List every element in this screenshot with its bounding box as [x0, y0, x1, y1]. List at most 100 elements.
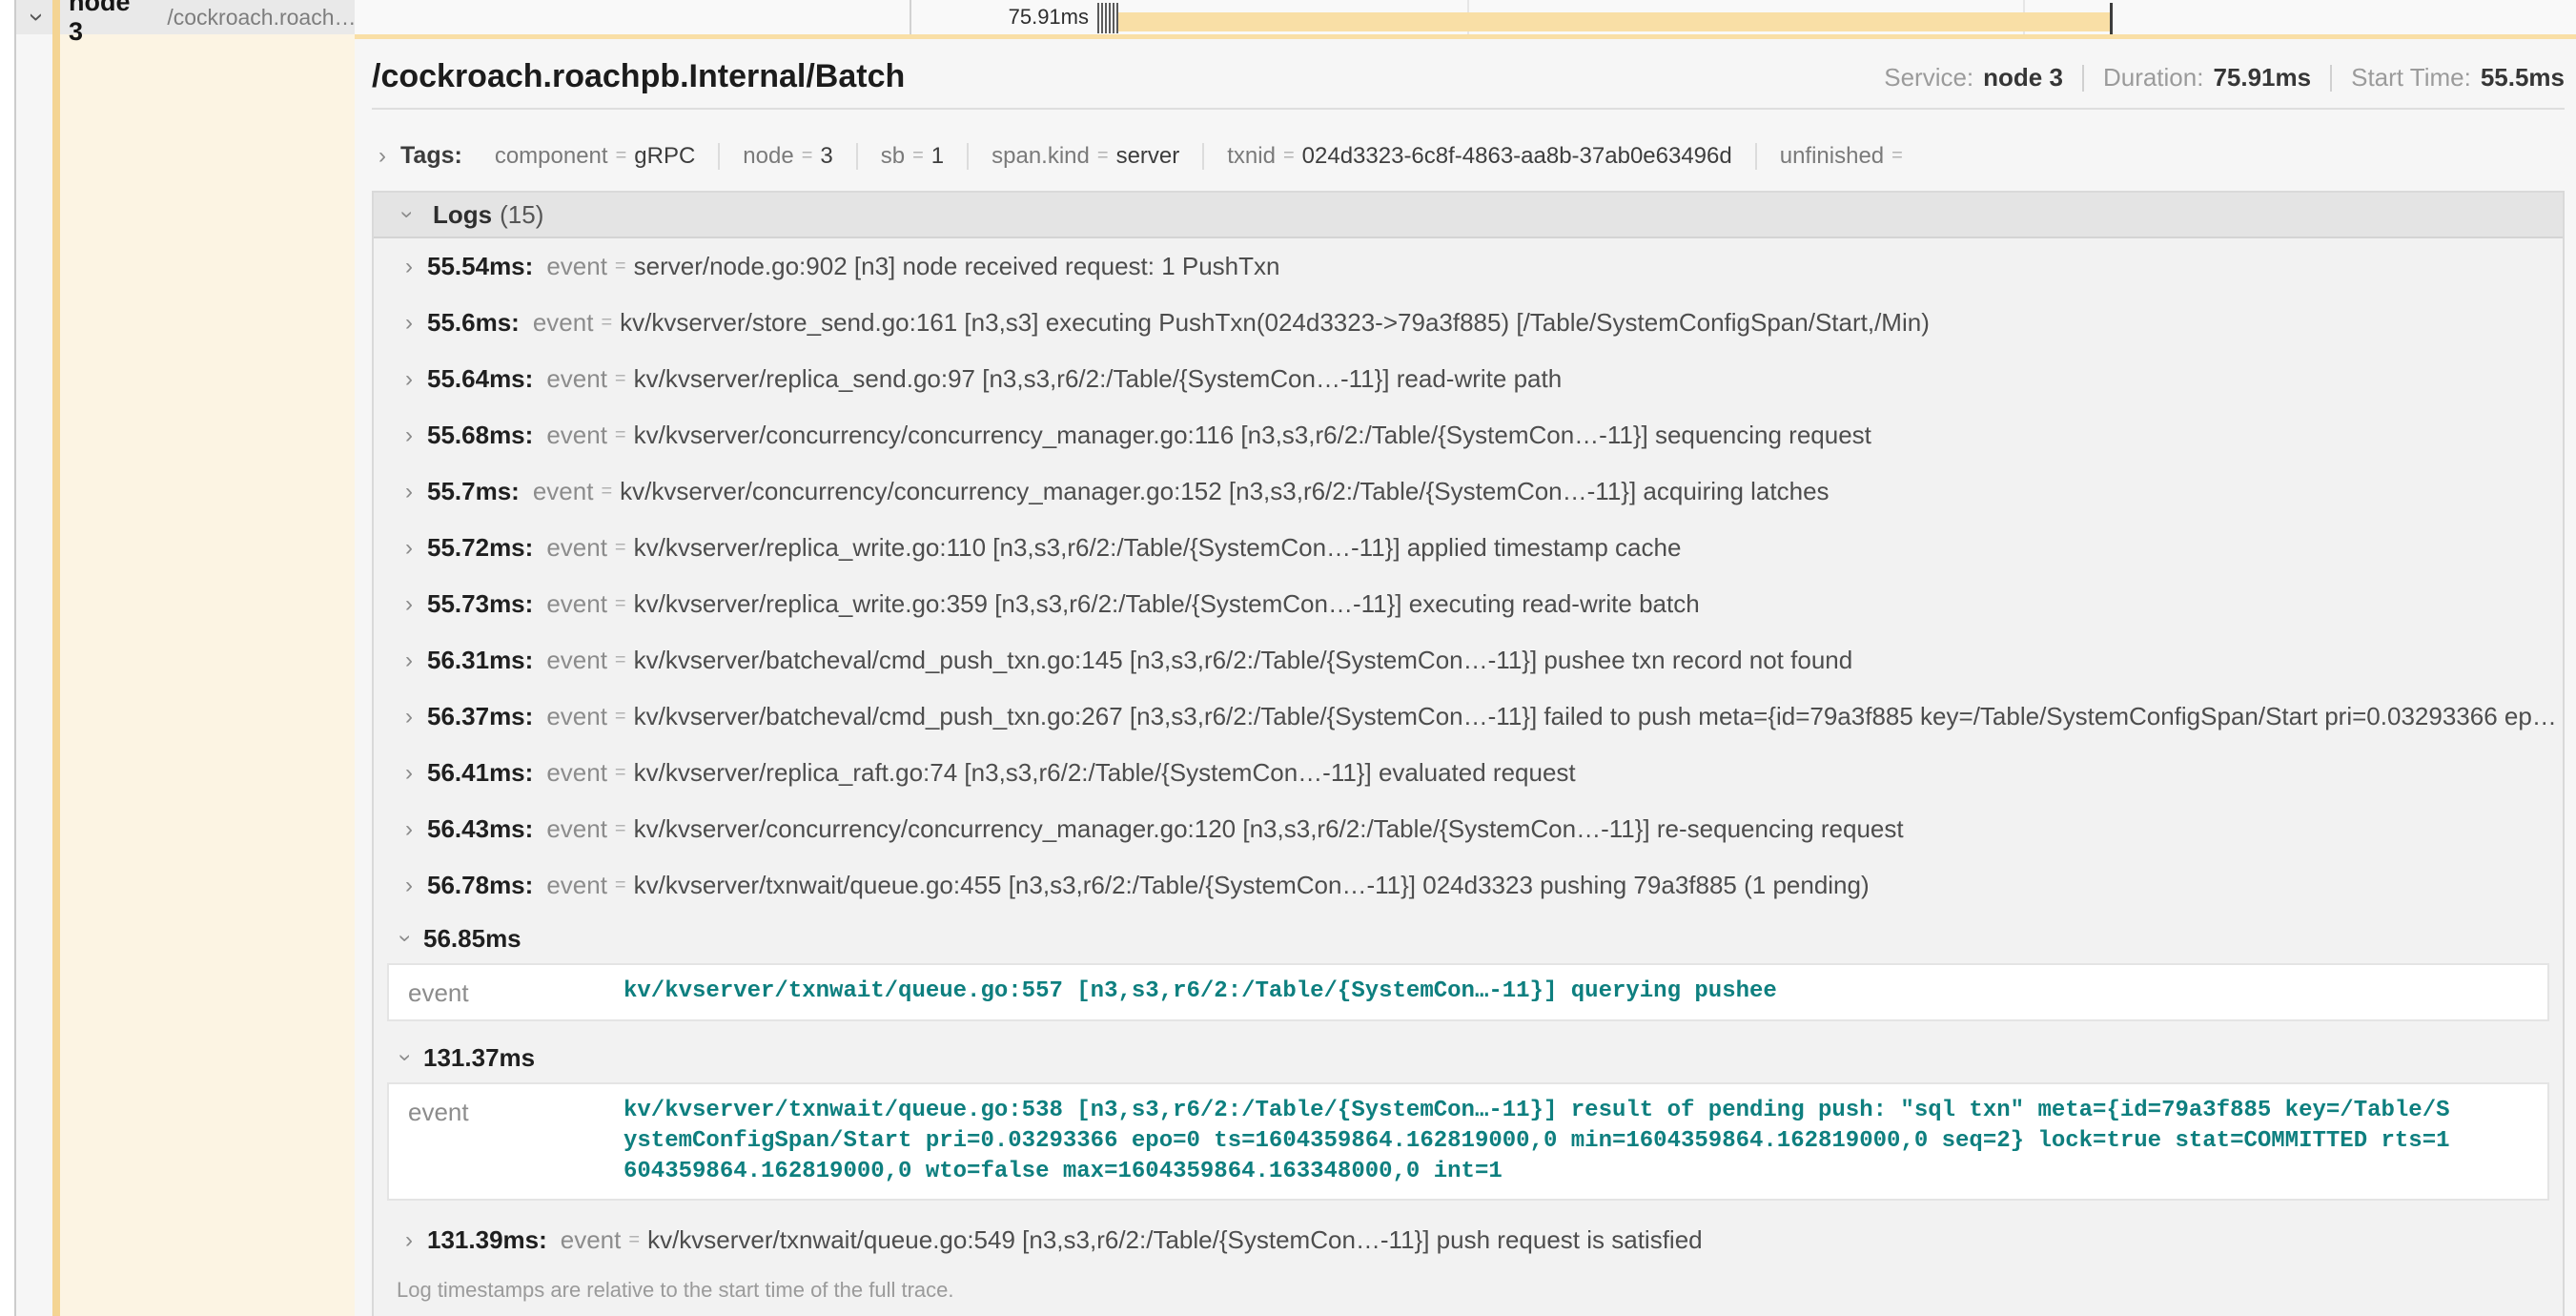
logs-count: (15): [500, 200, 543, 230]
log-row[interactable]: › 56.37ms: event = kv/kvserver/batcheval…: [374, 689, 2563, 745]
log-expanded-header[interactable]: › 56.85ms: [374, 914, 2563, 963]
start-time-value: 55.5ms: [2481, 63, 2565, 93]
log-row[interactable]: › 55.6ms: event = kv/kvserver/store_send…: [374, 295, 2563, 351]
log-row[interactable]: › 55.7ms: event = kv/kvserver/concurrenc…: [374, 463, 2563, 520]
meta-divider: [2082, 65, 2084, 92]
tag-key: node: [743, 143, 793, 170]
tag-list: component = gRPC node = 3 sb = 1: [472, 143, 1933, 170]
trace-span-detail-page: › node 3 /cockroach.roach… 75.91ms /cock…: [0, 0, 2576, 1316]
log-key: event: [408, 1096, 624, 1187]
log-timestamp: 55.73ms:: [427, 589, 533, 619]
log-key: event: [546, 758, 607, 788]
tag-value: server: [1116, 143, 1180, 170]
span-duration-bar[interactable]: [1117, 12, 2112, 31]
chevron-down-icon[interactable]: ›: [394, 1047, 417, 1068]
log-value: kv/kvserver/store_send.go:161 [n3,s3] ex…: [620, 308, 1930, 338]
log-row[interactable]: › 131.39ms: event = kv/kvserver/txnwait/…: [374, 1212, 2563, 1268]
tag-item: sb = 1: [856, 143, 967, 170]
log-key: event: [546, 871, 607, 900]
log-timestamp: 55.68ms:: [427, 421, 533, 450]
chevron-right-icon[interactable]: ›: [399, 593, 419, 616]
chevron-right-icon[interactable]: ›: [399, 312, 419, 335]
span-name-cell[interactable]: › node 3 /cockroach.roach…: [16, 0, 355, 34]
span-duration-label: 75.91ms: [944, 0, 1089, 34]
meta-divider: [2330, 65, 2332, 92]
span-end-marker: [2110, 3, 2113, 35]
log-value: kv/kvserver/replica_send.go:97 [n3,s3,r6…: [634, 364, 1563, 394]
span-service-name: node 3: [69, 0, 151, 47]
logs-header[interactable]: › Logs (15): [374, 193, 2563, 238]
log-row[interactable]: › 55.72ms: event = kv/kvserver/replica_w…: [374, 520, 2563, 576]
tag-item: txnid = 024d3323-6c8f-4863-aa8b-37ab0e63…: [1202, 143, 1754, 170]
log-entry: event = kv/kvserver/batcheval/cmd_push_t…: [546, 702, 2557, 731]
duration-label: Duration:: [2103, 63, 2204, 93]
log-key: event: [408, 977, 624, 1008]
log-key: event: [546, 589, 607, 619]
tag-value: 1: [931, 143, 944, 170]
chevron-right-icon[interactable]: ›: [399, 537, 419, 560]
tag-value: 024d3323-6c8f-4863-aa8b-37ab0e63496d: [1302, 143, 1732, 170]
log-key: event: [561, 1225, 622, 1255]
log-row[interactable]: › 55.64ms: event = kv/kvserver/replica_s…: [374, 351, 2563, 407]
log-expanded-header[interactable]: › 131.37ms: [374, 1033, 2563, 1082]
log-entry: event = kv/kvserver/txnwait/queue.go:455…: [546, 871, 1869, 900]
chevron-right-icon[interactable]: ›: [399, 256, 419, 278]
equals-sign: =: [601, 312, 612, 334]
log-row[interactable]: › 56.43ms: event = kv/kvserver/concurren…: [374, 801, 2563, 857]
chevron-right-icon[interactable]: ›: [399, 818, 419, 841]
log-key: event: [533, 308, 594, 338]
log-value: kv/kvserver/batcheval/cmd_push_txn.go:26…: [634, 702, 2557, 731]
equals-sign: =: [802, 145, 813, 167]
log-row[interactable]: › 56.31ms: event = kv/kvserver/batcheval…: [374, 632, 2563, 689]
log-value: kv/kvserver/txnwait/queue.go:549 [n3,s3,…: [647, 1225, 1703, 1255]
log-timestamp: 55.72ms:: [427, 533, 533, 563]
log-row[interactable]: › 55.68ms: event = kv/kvserver/concurren…: [374, 407, 2563, 463]
span-timeline-row: › node 3 /cockroach.roach… 75.91ms: [0, 0, 2576, 34]
equals-sign: =: [1283, 145, 1295, 167]
service-label: Service:: [1884, 63, 1973, 93]
log-timestamp: 131.39ms:: [427, 1225, 547, 1255]
timeline-column-divider[interactable]: [910, 0, 911, 34]
chevron-down-icon[interactable]: ›: [396, 204, 419, 225]
log-entry: event = kv/kvserver/replica_write.go:110…: [546, 533, 1681, 563]
chevron-down-icon[interactable]: ›: [394, 928, 417, 949]
chevron-right-icon[interactable]: ›: [399, 1229, 419, 1252]
log-row[interactable]: › 56.78ms: event = kv/kvserver/txnwait/q…: [374, 857, 2563, 914]
log-entry: event = server/node.go:902 [n3] node rec…: [546, 252, 1279, 281]
chevron-right-icon[interactable]: ›: [372, 145, 393, 168]
chevron-right-icon[interactable]: ›: [399, 368, 419, 391]
equals-sign: =: [616, 145, 627, 167]
equals-sign: =: [615, 874, 626, 896]
chevron-right-icon[interactable]: ›: [399, 762, 419, 785]
chevron-right-icon[interactable]: ›: [399, 874, 419, 897]
log-row[interactable]: › 55.54ms: event = server/node.go:902 [n…: [374, 238, 2563, 295]
equals-sign: =: [615, 593, 626, 615]
equals-sign: =: [1097, 145, 1109, 167]
tags-row[interactable]: › Tags: component = gRPC node = 3: [372, 142, 2565, 170]
chevron-right-icon[interactable]: ›: [399, 481, 419, 504]
equals-sign: =: [615, 649, 626, 671]
logs-title: Logs: [433, 200, 492, 230]
equals-sign: =: [615, 818, 626, 840]
chevron-right-icon[interactable]: ›: [399, 649, 419, 672]
log-row[interactable]: › 55.73ms: event = kv/kvserver/replica_w…: [374, 576, 2563, 632]
log-timestamp: 131.37ms: [423, 1043, 535, 1073]
chevron-right-icon[interactable]: ›: [399, 706, 419, 729]
chevron-down-icon[interactable]: ›: [24, 7, 51, 28]
log-value: kv/kvserver/txnwait/queue.go:455 [n3,s3,…: [634, 871, 1870, 900]
tag-key: sb: [881, 143, 905, 170]
log-entry: event = kv/kvserver/concurrency/concurre…: [546, 814, 1903, 844]
span-detail-header: /cockroach.roachpb.Internal/Batch Servic…: [372, 39, 2565, 110]
log-value: kv/kvserver/txnwait/queue.go:557 [n3,s3,…: [624, 977, 1777, 1008]
log-detail-box: event kv/kvserver/txnwait/queue.go:557 […: [387, 963, 2549, 1021]
log-entry: event = kv/kvserver/concurrency/concurre…: [533, 477, 1830, 506]
log-key: event: [546, 814, 607, 844]
log-row[interactable]: › 56.41ms: event = kv/kvserver/replica_r…: [374, 745, 2563, 801]
equals-sign: =: [1891, 145, 1903, 167]
log-timestamp: 55.64ms:: [427, 364, 533, 394]
child-span-ticks: [1097, 3, 1118, 33]
left-rail: [0, 0, 16, 1316]
start-time-label: Start Time:: [2351, 63, 2471, 93]
log-timestamp: 55.54ms:: [427, 252, 533, 281]
chevron-right-icon[interactable]: ›: [399, 424, 419, 447]
